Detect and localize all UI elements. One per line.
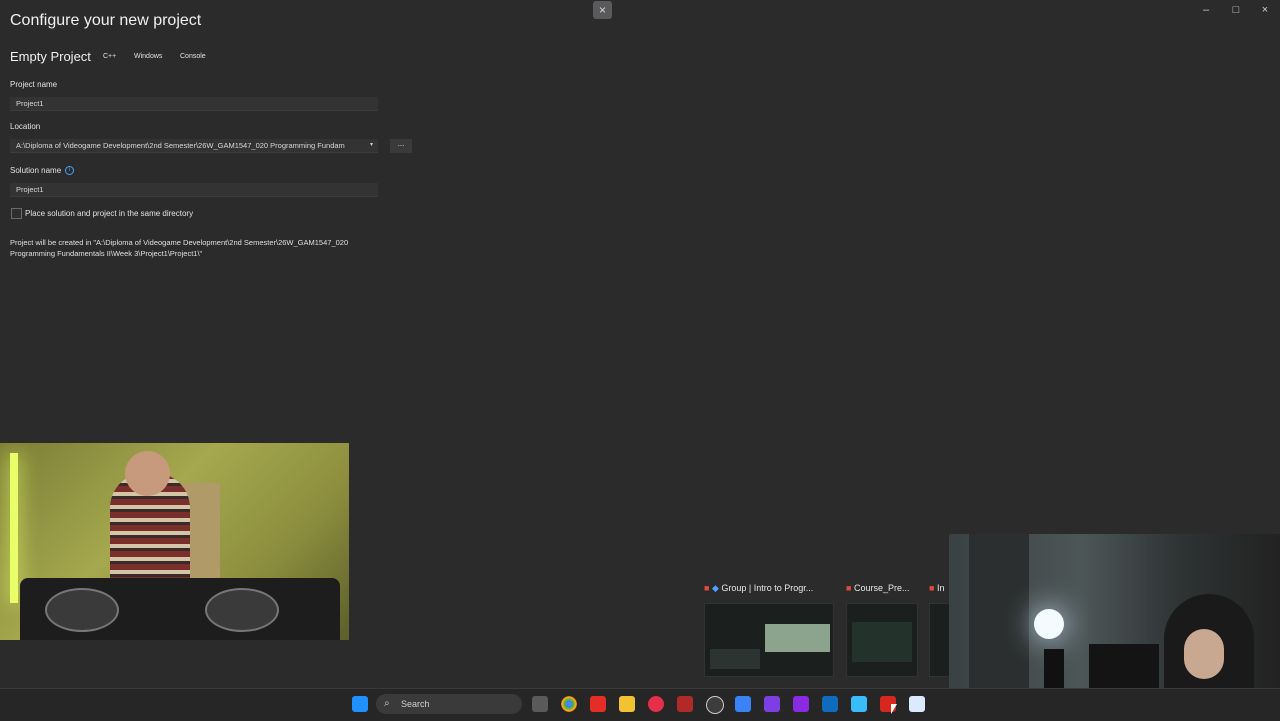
maximize-icon[interactable]: □ xyxy=(1230,4,1242,16)
location-label: Location xyxy=(10,122,41,131)
visual-studio-purple-icon[interactable] xyxy=(793,696,809,712)
browse-button[interactable]: ... xyxy=(390,139,412,153)
template-name: Empty Project xyxy=(10,49,91,64)
preview-thumbnail-2[interactable] xyxy=(846,603,918,677)
news-icon[interactable] xyxy=(677,696,693,712)
preview-tab-1-label: Group | Intro to Progr... xyxy=(721,583,814,593)
preview-tab-2-label: Course_Pre... xyxy=(853,583,910,593)
solution-name-field[interactable]: Project1 xyxy=(10,183,378,197)
preview-thumbnail-3[interactable] xyxy=(929,603,951,677)
taskbar xyxy=(0,688,1280,721)
youtube-icon[interactable] xyxy=(590,696,606,712)
preview-tab-1[interactable]: ■ ◆ Group | Intro to Progr... xyxy=(704,583,813,599)
notepad-icon[interactable] xyxy=(851,696,867,712)
search-placeholder: Search xyxy=(401,699,430,709)
preview-tab-3[interactable]: ■ In xyxy=(929,583,944,599)
same-directory-checkbox[interactable] xyxy=(11,208,22,219)
webcam-video-dj xyxy=(0,443,349,640)
windows-start-icon[interactable] xyxy=(352,696,368,712)
tag-console: Console xyxy=(180,53,206,60)
preview-thumbnail-1[interactable] xyxy=(704,603,834,677)
music-icon[interactable] xyxy=(648,696,664,712)
obs-icon[interactable] xyxy=(706,696,724,714)
close-dialog-button[interactable]: × xyxy=(593,1,612,19)
info-icon[interactable]: i xyxy=(65,166,75,176)
outlook-icon[interactable] xyxy=(822,696,838,712)
tag-cpp: C++ xyxy=(103,53,117,60)
location-value: A:\Diploma of Videogame Development\2nd … xyxy=(16,141,345,150)
project-name-label: Project name xyxy=(10,80,58,89)
location-field[interactable]: A:\Diploma of Videogame Development\2nd … xyxy=(10,139,378,153)
search-icon: ⌕ xyxy=(384,698,390,709)
chrome-icon[interactable] xyxy=(561,696,577,712)
visual-studio-icon[interactable] xyxy=(764,696,780,712)
mouse-cursor-icon xyxy=(891,704,897,714)
solution-name-label: Solution name i xyxy=(10,166,75,176)
pdf-icon: ■ xyxy=(704,583,710,593)
project-name-field[interactable]: Project1 xyxy=(10,97,378,111)
taskbar-search-box[interactable]: ⌕ Search xyxy=(376,694,522,714)
page-title: Configure your new project xyxy=(10,12,202,29)
preview-tab-3-label: In xyxy=(936,583,945,593)
task-view-icon[interactable] xyxy=(532,696,548,712)
preview-tab-2[interactable]: ■ Course_Pre... xyxy=(846,583,909,599)
same-directory-label: Place solution and project in the same d… xyxy=(25,209,194,218)
diamond-icon: ◆ xyxy=(711,583,719,593)
file-explorer-icon[interactable] xyxy=(619,696,635,712)
vs-code-icon[interactable] xyxy=(735,696,751,712)
remote-desktop-icon[interactable] xyxy=(909,696,925,712)
pdf-icon: ■ xyxy=(846,583,852,593)
pdf-icon: ■ xyxy=(929,583,935,593)
minimize-icon[interactable]: – xyxy=(1200,4,1212,16)
created-path-note: Project will be created in "A:\Diploma o… xyxy=(10,238,349,258)
solution-name-text: Solution name xyxy=(10,166,62,175)
tag-windows: Windows xyxy=(134,53,163,60)
close-window-icon[interactable]: × xyxy=(1259,4,1271,16)
chevron-down-icon[interactable]: ▾ xyxy=(370,141,373,148)
